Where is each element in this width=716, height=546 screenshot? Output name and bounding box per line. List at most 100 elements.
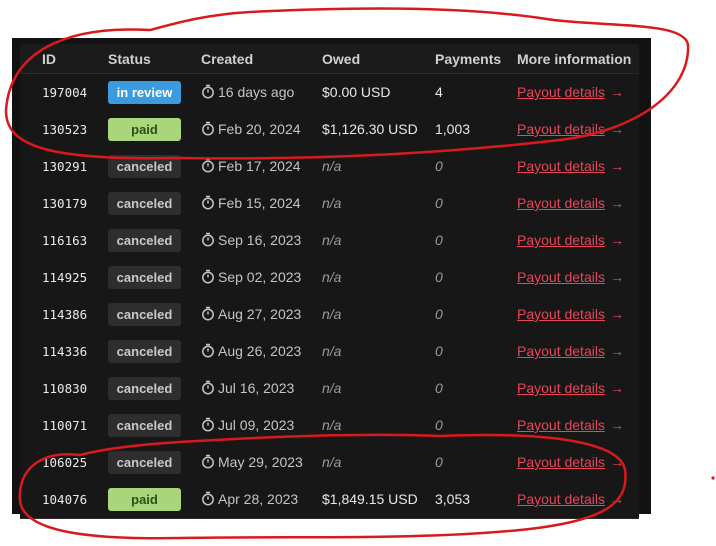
owed-amount: n/a <box>322 343 342 359</box>
payments-count: 0 <box>435 158 443 174</box>
stopwatch-icon <box>202 381 214 395</box>
created-date-text: May 29, 2023 <box>218 454 303 470</box>
annotation-dot <box>711 476 715 480</box>
owed-amount: n/a <box>322 380 342 396</box>
stopwatch-icon <box>202 492 214 506</box>
arrow-right-icon: → <box>609 380 624 396</box>
created-date-text: 16 days ago <box>218 84 295 100</box>
payout-details-link[interactable]: Payout details → <box>517 111 624 148</box>
payout-details-link[interactable]: Payout details → <box>517 222 624 259</box>
owed-amount: n/a <box>322 195 342 211</box>
status-badge: in review <box>108 81 181 104</box>
table-row: 106025 canceled May 29, 2023 n/a 0 Payout det… <box>20 444 639 482</box>
payout-details-link[interactable]: Payout details → <box>517 444 624 481</box>
payout-id: 104076 <box>42 492 88 507</box>
stopwatch-icon <box>202 233 214 247</box>
payout-details-label: Payout details <box>517 417 605 433</box>
status-badge: canceled <box>108 340 181 363</box>
table-row: 114386 canceled Aug 27, 2023 n/a 0 Payout det… <box>20 296 639 334</box>
created-date-text: Aug 27, 2023 <box>218 306 302 322</box>
payout-id: 130291 <box>42 159 88 174</box>
owed-amount: $1,126.30 USD <box>322 121 418 137</box>
payout-id: 114925 <box>42 270 88 285</box>
owed-amount: $0.00 USD <box>322 84 391 100</box>
table-header: ID Status Created Owed Payments More inf… <box>20 44 639 74</box>
payout-details-link[interactable]: Payout details → <box>517 148 624 185</box>
created-date-text: Feb 15, 2024 <box>218 195 301 211</box>
payout-details-link[interactable]: Payout details → <box>517 74 624 111</box>
status-badge: paid <box>108 118 181 141</box>
column-header-owed: Owed <box>322 51 361 67</box>
arrow-right-icon: → <box>609 417 624 433</box>
created-date: 16 days ago <box>201 74 294 111</box>
payout-details-label: Payout details <box>517 269 605 285</box>
table-row: 104076 paid Apr 28, 2023 $1,849.15 USD 3,053… <box>20 481 639 519</box>
payments-count: 1,003 <box>435 121 471 137</box>
created-date-text: Jul 16, 2023 <box>218 380 295 396</box>
payout-id: 110830 <box>42 381 88 396</box>
table-row: 130179 canceled Feb 15, 2024 n/a 0 Payout det… <box>20 185 639 223</box>
payout-details-label: Payout details <box>517 380 605 396</box>
column-header-status: Status <box>108 51 151 67</box>
owed-amount: n/a <box>322 232 342 248</box>
arrow-right-icon: → <box>609 232 624 248</box>
owed-amount: n/a <box>322 158 342 174</box>
payout-details-link[interactable]: Payout details → <box>517 296 624 333</box>
arrow-right-icon: → <box>609 121 624 137</box>
payout-details-label: Payout details <box>517 232 605 248</box>
payout-details-link[interactable]: Payout details → <box>517 370 624 407</box>
owed-amount: n/a <box>322 417 342 433</box>
owed-amount: n/a <box>322 306 342 322</box>
table-row: 110830 canceled Jul 16, 2023 n/a 0 Payout det… <box>20 370 639 408</box>
payout-details-link[interactable]: Payout details → <box>517 259 624 296</box>
owed-amount: $1,849.15 USD <box>322 491 418 507</box>
created-date: Feb 20, 2024 <box>201 111 301 148</box>
created-date-text: Sep 16, 2023 <box>218 232 302 248</box>
column-header-more-information: More information <box>517 51 632 67</box>
table-row: 110071 canceled Jul 09, 2023 n/a 0 Payout det… <box>20 407 639 445</box>
payments-count: 0 <box>435 343 443 359</box>
status-badge: canceled <box>108 266 181 289</box>
payments-count: 0 <box>435 417 443 433</box>
stopwatch-icon <box>202 344 214 358</box>
arrow-right-icon: → <box>609 195 624 211</box>
payments-count: 0 <box>435 306 443 322</box>
payments-count: 0 <box>435 380 443 396</box>
created-date: Feb 17, 2024 <box>201 148 301 185</box>
arrow-right-icon: → <box>609 454 624 470</box>
stopwatch-icon <box>202 270 214 284</box>
payout-details-link[interactable]: Payout details → <box>517 333 624 370</box>
created-date: Aug 26, 2023 <box>201 333 301 370</box>
arrow-right-icon: → <box>609 158 624 174</box>
owed-amount: n/a <box>322 269 342 285</box>
status-badge: canceled <box>108 192 181 215</box>
stopwatch-icon <box>202 85 214 99</box>
created-date: May 29, 2023 <box>201 444 303 481</box>
status-badge: canceled <box>108 377 181 400</box>
payout-details-link[interactable]: Payout details → <box>517 185 624 222</box>
created-date-text: Aug 26, 2023 <box>218 343 302 359</box>
stopwatch-icon <box>202 196 214 210</box>
created-date-text: Feb 20, 2024 <box>218 121 301 137</box>
created-date-text: Sep 02, 2023 <box>218 269 302 285</box>
stopwatch-icon <box>202 455 214 469</box>
table-row: 197004 in review 16 days ago $0.00 USD 4 Payo… <box>20 74 639 112</box>
payout-details-link[interactable]: Payout details → <box>517 481 624 518</box>
created-date: Jul 09, 2023 <box>201 407 294 444</box>
payments-count: 0 <box>435 269 443 285</box>
owed-amount: n/a <box>322 454 342 470</box>
arrow-right-icon: → <box>609 269 624 285</box>
payout-id: 110071 <box>42 418 88 433</box>
column-header-created: Created <box>201 51 254 67</box>
status-badge: paid <box>108 488 181 511</box>
created-date: Jul 16, 2023 <box>201 370 294 407</box>
status-badge: canceled <box>108 229 181 252</box>
payments-count: 0 <box>435 232 443 248</box>
arrow-right-icon: → <box>609 306 624 322</box>
table-row: 130291 canceled Feb 17, 2024 n/a 0 Payout det… <box>20 148 639 186</box>
payout-details-link[interactable]: Payout details → <box>517 407 624 444</box>
payout-id: 130179 <box>42 196 88 211</box>
payout-details-label: Payout details <box>517 158 605 174</box>
stopwatch-icon <box>202 307 214 321</box>
payments-count: 4 <box>435 84 443 100</box>
